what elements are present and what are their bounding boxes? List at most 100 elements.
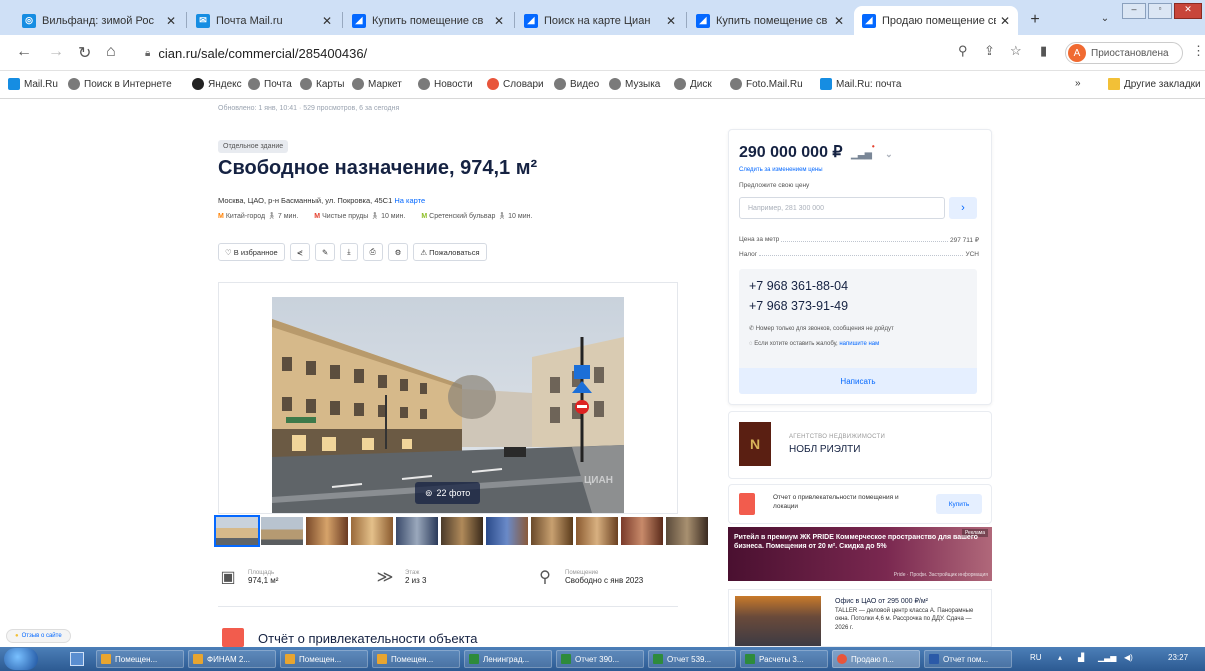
map-link[interactable]: На карте <box>394 196 425 205</box>
clock[interactable]: 23:27 <box>1168 653 1188 662</box>
offer-price-input[interactable]: Например, 281 300 000 <box>739 197 945 219</box>
address-bar[interactable]: 🔒︎ cian.ru/sale/commercial/285400436/ <box>135 40 1015 66</box>
bookmark-mail[interactable]: Почта <box>248 78 292 90</box>
thumbnail[interactable] <box>261 517 303 545</box>
thumbnail[interactable] <box>666 517 708 545</box>
tab-2[interactable]: ✉ Почта Mail.ru ✕ <box>188 6 340 35</box>
tab-search-icon[interactable]: ⌄ <box>1094 9 1116 27</box>
thumbnail[interactable] <box>531 517 573 545</box>
bookmark-mailru-mail[interactable]: Mail.Ru: почта <box>820 78 901 90</box>
phone-number-2[interactable]: +7 968 373-91-49 <box>749 299 848 313</box>
edit-button[interactable]: ✎ <box>315 243 336 261</box>
buy-report-button[interactable]: Купить <box>936 494 982 514</box>
bookmark-foto[interactable]: Foto.Mail.Ru <box>730 78 803 90</box>
thumbnail[interactable] <box>486 517 528 545</box>
bookmark-mailru[interactable]: Mail.Ru <box>8 78 58 90</box>
star-icon[interactable]: ☆ <box>1010 43 1022 59</box>
bookmark-search[interactable]: Поиск в Интернете <box>68 78 172 90</box>
close-icon[interactable]: ✕ <box>494 14 504 28</box>
taskbar-item[interactable]: Помещен... <box>372 650 460 668</box>
taskbar-item[interactable]: ФИНАМ 2... <box>188 650 276 668</box>
chevron-down-icon[interactable]: ⌄ <box>885 149 893 159</box>
taller-ad-card[interactable]: Офис в ЦАО от 295 000 ₽/м² TALLER — дело… <box>728 589 992 647</box>
thumbnail[interactable] <box>441 517 483 545</box>
tab-3[interactable]: ◢ Купить помещение св ✕ <box>344 6 512 35</box>
sidebar-icon[interactable]: ▮ <box>1040 43 1047 59</box>
show-desktop-icon[interactable] <box>70 652 84 666</box>
back-arrow-icon[interactable]: ← <box>16 43 32 61</box>
metro-item[interactable]: M Китай-город 🚶︎ 7 мин. <box>218 212 298 220</box>
write-button[interactable]: Написать <box>739 368 977 394</box>
forward-arrow-icon[interactable]: → <box>48 43 64 61</box>
menu-icon[interactable]: ⋮ <box>1192 43 1205 59</box>
thumbnail[interactable] <box>351 517 393 545</box>
agency-card[interactable]: N АГЕНТСТВО НЕДВИЖИМОСТИ НОБЛ РИЭЛТИ <box>728 411 992 479</box>
photo-count-button[interactable]: ⊚ 22 фото <box>415 482 481 504</box>
bookmark-music[interactable]: Музыка <box>609 78 660 90</box>
bookmark-disk[interactable]: Диск <box>674 78 712 90</box>
tab-5[interactable]: ◢ Купить помещение св ✕ <box>688 6 852 35</box>
complain-button[interactable]: ⚠ Пожаловаться <box>413 243 487 261</box>
new-tab-button[interactable]: + <box>1024 9 1046 31</box>
bookmark-market[interactable]: Маркет <box>352 78 402 90</box>
main-photo[interactable] <box>272 297 624 513</box>
taskbar-item[interactable]: Помещен... <box>96 650 184 668</box>
close-icon[interactable]: ✕ <box>1000 14 1010 28</box>
taskbar-item[interactable]: Ленинград... <box>464 650 552 668</box>
close-icon[interactable]: ✕ <box>166 14 176 28</box>
bookmark-video[interactable]: Видео <box>554 78 599 90</box>
offer-submit-button[interactable]: › <box>949 197 977 219</box>
bookmark-other[interactable]: Другие закладки <box>1108 78 1201 90</box>
tab-1[interactable]: ◎ Вильфанд: зимой Рос ✕ <box>14 6 184 35</box>
tab-title: Купить помещение св <box>372 14 484 27</box>
follow-price-link[interactable]: Следить за изменением цены <box>739 167 823 173</box>
metro-item[interactable]: M Сретенский бульвар 🚶︎ 10 мин. <box>421 212 532 220</box>
minimize-button[interactable]: – <box>1122 3 1146 19</box>
maximize-button[interactable]: ▫ <box>1148 3 1172 19</box>
reload-icon[interactable]: ↻ <box>78 43 91 63</box>
price-chart-icon[interactable]: ▁▃▅ <box>851 149 872 159</box>
network-icon[interactable]: ▟ <box>1078 653 1084 662</box>
close-icon[interactable]: ✕ <box>322 14 332 28</box>
home-icon[interactable]: ⌂ <box>106 43 116 61</box>
taskbar-item-active[interactable]: Продаю п... <box>832 650 920 668</box>
settings-button[interactable]: ⚙ <box>387 243 409 261</box>
feedback-button[interactable]: ● Отзыв о сайте <box>6 629 71 643</box>
share-button[interactable]: ⋞ <box>289 243 310 261</box>
close-icon[interactable]: ✕ <box>834 14 844 28</box>
start-button[interactable] <box>4 648 38 670</box>
taskbar-item[interactable]: Отчет 390... <box>556 650 644 668</box>
profile-button[interactable]: А Приостановлена <box>1065 42 1183 64</box>
bookmark-yandex[interactable]: Яндекс <box>192 78 242 90</box>
window-close-button[interactable]: ✕ <box>1174 3 1202 19</box>
write-us-link[interactable]: напишите нам <box>839 341 879 347</box>
tray-arrow-icon[interactable]: ▴ <box>1058 653 1062 662</box>
taskbar-item[interactable]: Отчет пом... <box>924 650 1012 668</box>
phone-number-1[interactable]: +7 968 361-88-04 <box>749 279 848 293</box>
taskbar-item[interactable]: Расчеты 3... <box>740 650 828 668</box>
thumbnail[interactable] <box>621 517 663 545</box>
thumbnail[interactable] <box>396 517 438 545</box>
thumbnail[interactable] <box>576 517 618 545</box>
bookmark-news[interactable]: Новости <box>418 78 473 90</box>
taskbar-item[interactable]: Помещен... <box>280 650 368 668</box>
bookmark-maps[interactable]: Карты <box>300 78 345 90</box>
thumbnail[interactable] <box>214 515 260 547</box>
taskbar-item[interactable]: Отчет 539... <box>648 650 736 668</box>
bookmark-dictionaries[interactable]: Словари <box>487 78 544 90</box>
favorite-button[interactable]: ♡ В избранное <box>218 243 285 261</box>
print-button[interactable]: ⎙ <box>362 243 383 261</box>
bookmarks-more-button[interactable]: » <box>1075 78 1081 89</box>
signal-icon[interactable]: ▁▃▅ <box>1098 653 1116 662</box>
metro-item[interactable]: M Чистые пруды 🚶︎ 10 мин. <box>314 212 405 220</box>
tab-4[interactable]: ◢ Поиск на карте Циан ✕ <box>516 6 684 35</box>
share-icon[interactable]: ⇪ <box>984 43 995 59</box>
tab-active[interactable]: ◢ Продаю помещение св ✕ <box>854 6 1018 35</box>
pride-ad-banner[interactable]: Реклама Ритейл в премиум ЖК PRIDE Коммер… <box>728 527 992 581</box>
thumbnail[interactable] <box>306 517 348 545</box>
download-button[interactable]: ⤓ <box>340 243 358 261</box>
zoom-icon[interactable]: ⚲ <box>958 43 968 59</box>
language-indicator[interactable]: RU <box>1030 653 1042 662</box>
volume-icon[interactable]: ◀) <box>1124 653 1133 662</box>
close-icon[interactable]: ✕ <box>666 14 676 28</box>
